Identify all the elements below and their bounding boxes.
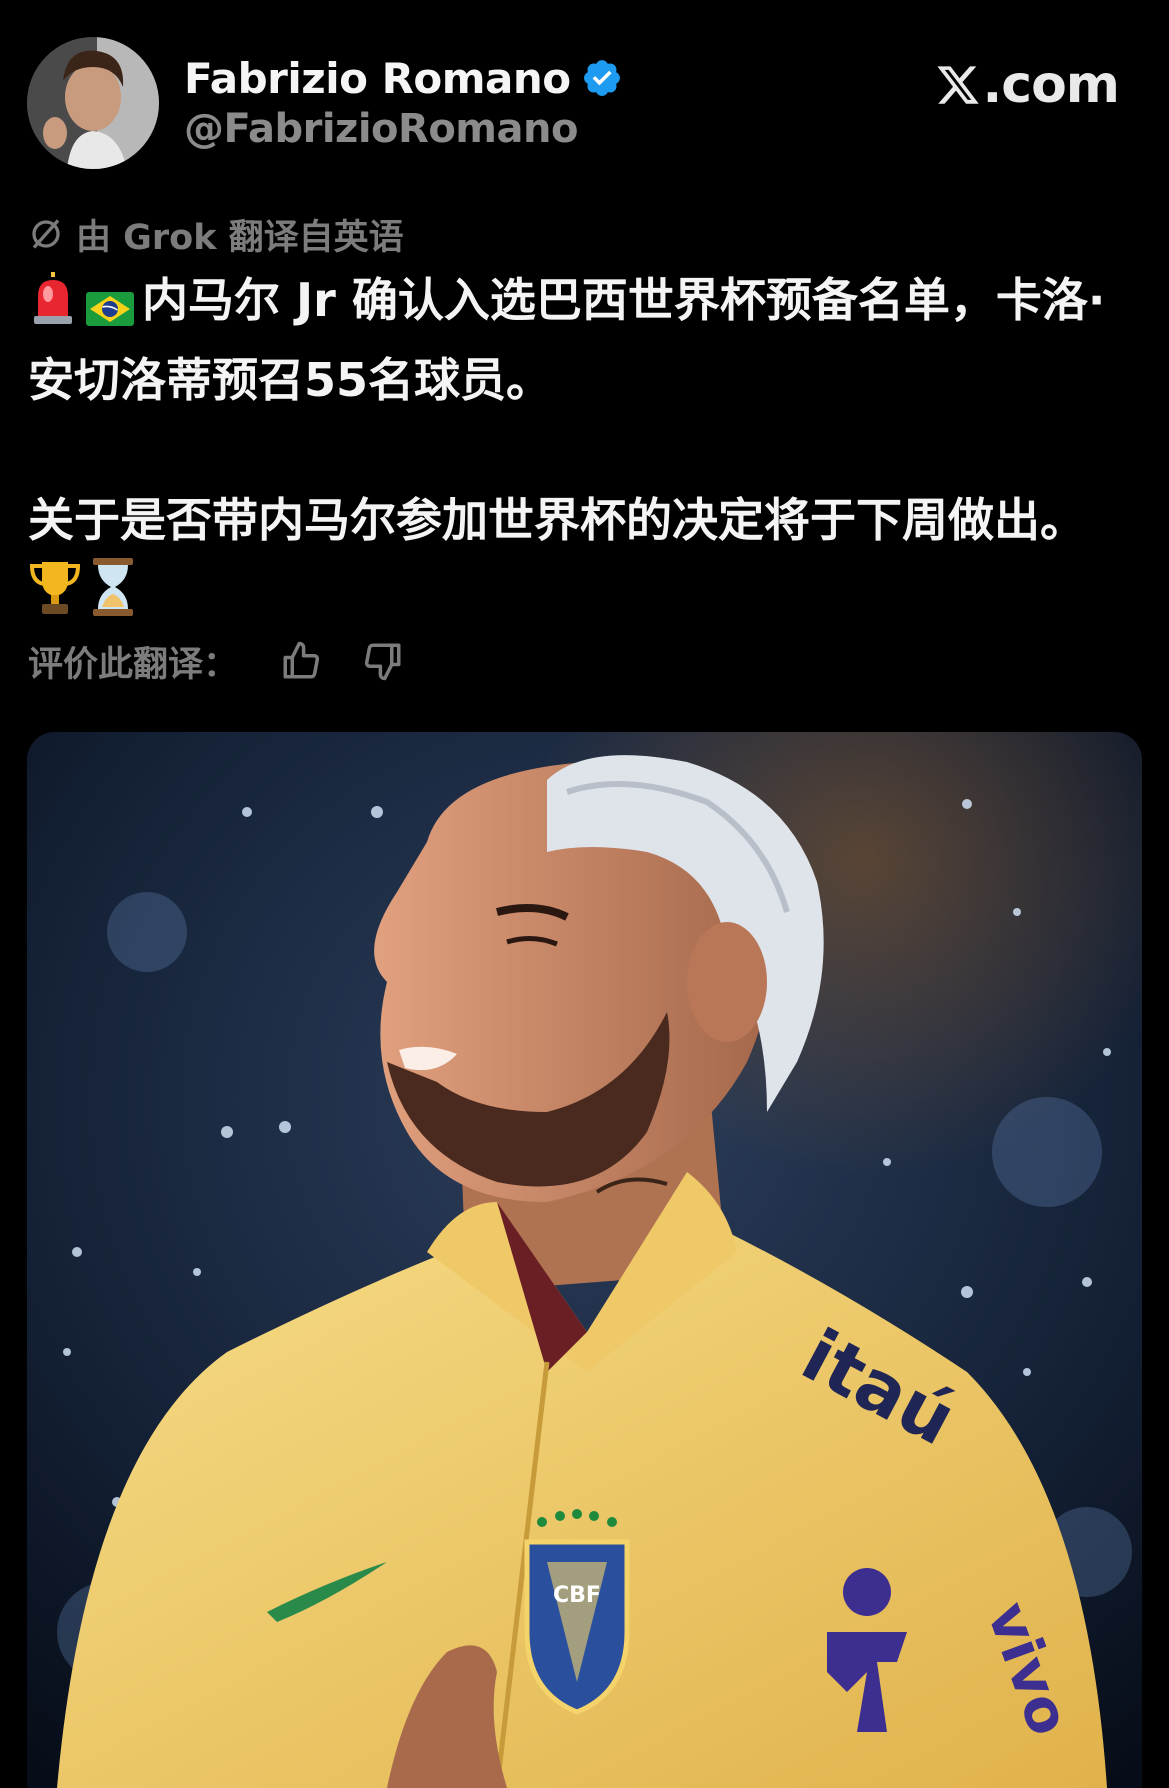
hourglass-icon [90, 558, 136, 635]
author-handle[interactable]: @FabrizioRomano [184, 106, 578, 152]
x-logo: .com [935, 55, 1120, 115]
thumbs-up-button[interactable] [276, 636, 326, 686]
tweet-text: 内马尔 Jr 确认入选巴西世界杯预备名单，卡洛·安切洛蒂预召55名球员。 关于是… [28, 265, 1148, 635]
tweet-paragraph-1-text: 内马尔 Jr 确认入选巴西世界杯预备名单，卡洛·安切洛蒂预召55名球员。 [28, 273, 1106, 407]
author-display-name[interactable]: Fabrizio Romano [184, 54, 571, 103]
tweet-paragraph-2-text: 关于是否带内马尔参加世界杯的决定将于下周做出。 [28, 493, 1086, 547]
tweet-paragraph-1: 内马尔 Jr 确认入选巴西世界杯预备名单，卡洛·安切洛蒂预召55名球员。 [28, 265, 1148, 415]
verified-badge-icon [583, 60, 620, 96]
thumbs-up-icon [283, 641, 320, 679]
grok-icon [32, 219, 60, 249]
brazil-flag-icon [86, 275, 134, 345]
x-logo-icon [936, 66, 979, 104]
author-name-row: Fabrizio Romano [184, 52, 623, 104]
rate-translation: 评价此翻译： [28, 636, 408, 686]
rate-translation-label: 评价此翻译： [28, 644, 239, 685]
thumbs-down-button[interactable] [358, 636, 408, 686]
x-logo-text: .com [982, 55, 1120, 115]
translation-note-text: 由 Grok 翻译自英语 [76, 217, 404, 258]
tweet-header: Fabrizio Romano @FabrizioRomano .com [0, 0, 1169, 190]
tweet-paragraph-2: 关于是否带内马尔参加世界杯的决定将于下周做出。 [28, 485, 1148, 635]
tweet-media-image[interactable]: itaú CBF vivo [27, 732, 1142, 1788]
siren-icon [28, 272, 78, 345]
trophy-icon [28, 558, 82, 635]
svg-text:CBF: CBF [553, 1583, 601, 1608]
player-photo: itaú CBF vivo [27, 732, 1142, 1788]
thumbs-down-icon [364, 643, 401, 681]
author-avatar[interactable] [27, 37, 159, 169]
translation-note[interactable]: 由 Grok 翻译自英语 [28, 210, 404, 258]
